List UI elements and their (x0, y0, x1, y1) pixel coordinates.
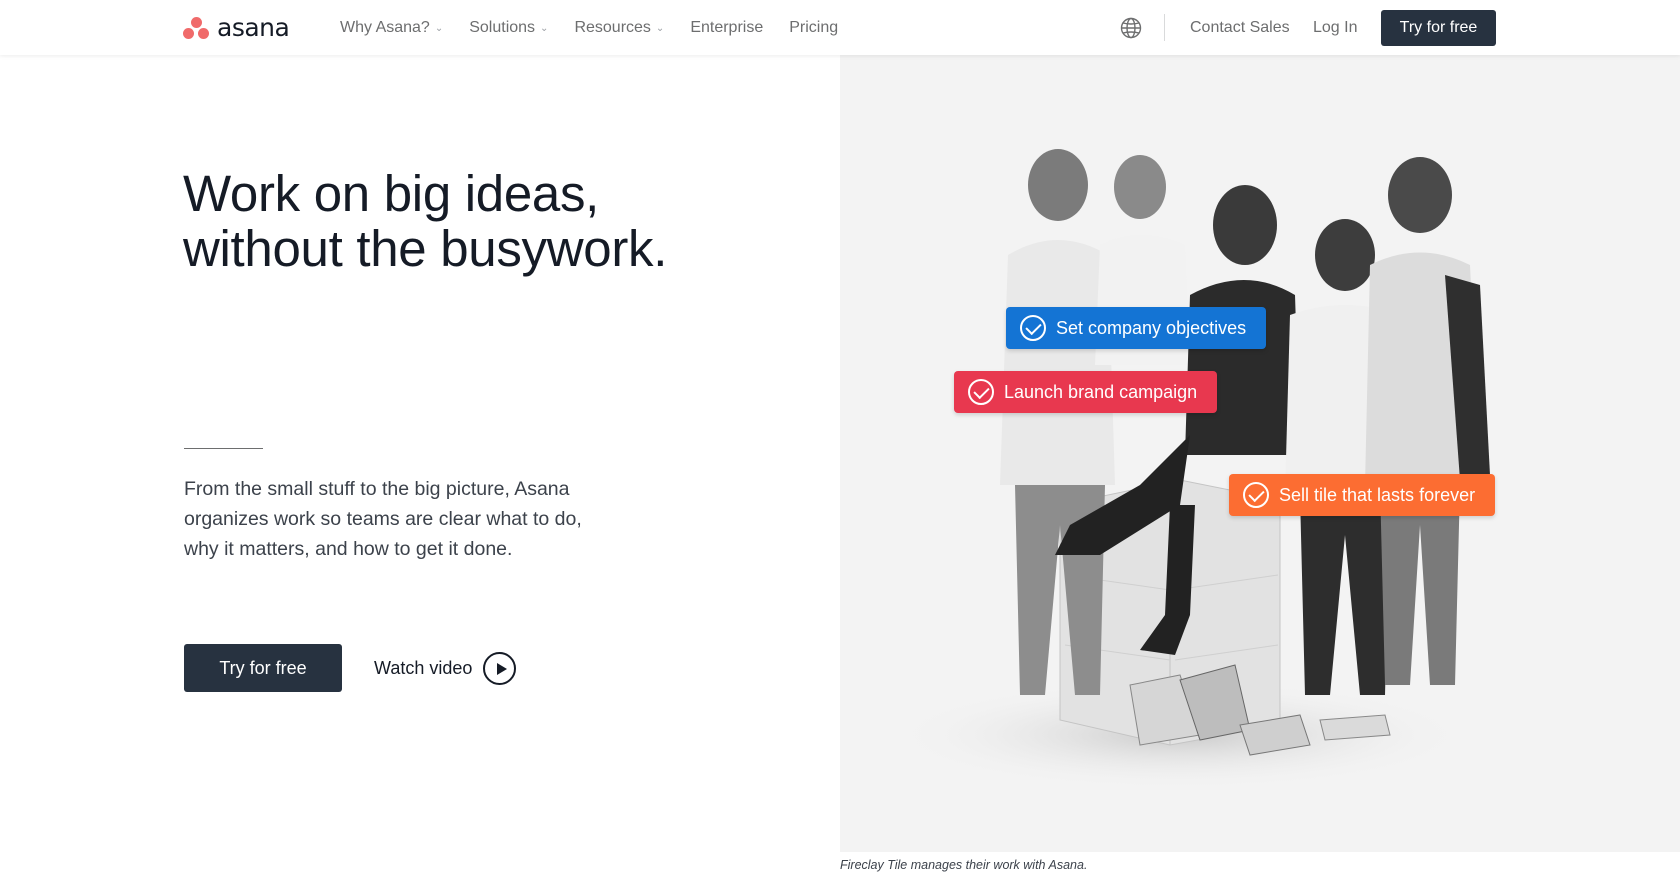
nav-item-resources[interactable]: Resources ⌄ (574, 19, 664, 37)
nav-item-solutions[interactable]: Solutions ⌄ (469, 19, 548, 37)
photo-caption: Fireclay Tile manages their work with As… (840, 858, 1088, 872)
contact-sales-link[interactable]: Contact Sales (1190, 0, 1290, 55)
chevron-down-icon: ⌄ (540, 23, 549, 34)
nav-item-label: Resources (574, 18, 651, 36)
check-circle-icon (1243, 482, 1269, 508)
check-circle-icon (1020, 315, 1046, 341)
team-group-photo (890, 149, 1490, 790)
nav-item-pricing[interactable]: Pricing (789, 19, 838, 37)
task-chip-launch-brand-campaign: Launch brand campaign (954, 371, 1218, 413)
hero-photo-panel (840, 55, 1680, 852)
chevron-down-icon: ⌄ (655, 23, 665, 34)
task-chip-set-company-objectives: Set company objectives (1006, 307, 1267, 349)
watch-video-button[interactable]: Watch video (374, 650, 517, 686)
check-circle-icon (968, 379, 994, 405)
headline-line-1: Work on big ideas, (183, 165, 600, 222)
nav-item-enterprise[interactable]: Enterprise (690, 19, 763, 37)
task-chip-label: Launch brand campaign (1004, 381, 1198, 402)
chevron-down-icon: ⌄ (434, 23, 444, 34)
nav-divider (1164, 14, 1165, 41)
nav-item-label: Enterprise (690, 18, 764, 36)
nav-links: Why Asana? ⌄ Solutions ⌄ Resources ⌄ Ent… (340, 0, 864, 55)
globe-icon[interactable] (1120, 17, 1142, 39)
asana-logo[interactable]: asana (183, 13, 290, 42)
nav-item-label: Why Asana? (340, 18, 430, 36)
hero-subtext: From the small stuff to the big picture,… (184, 478, 582, 560)
task-chip-label: Sell tile that lasts forever (1279, 484, 1476, 505)
task-chip-sell-tile: Sell tile that lasts forever (1229, 474, 1496, 516)
play-circle-icon (483, 651, 517, 685)
nav-item-why-asana[interactable]: Why Asana? ⌄ (340, 19, 443, 37)
hero-headline: Work on big ideas, without the busywork. (183, 166, 783, 276)
login-link[interactable]: Log In (1313, 0, 1357, 55)
try-for-free-nav-button[interactable]: Try for free (1381, 10, 1496, 46)
headline-line-2: without the busywork. (183, 220, 668, 277)
watch-video-label: Watch video (374, 657, 473, 678)
try-for-free-hero-button[interactable]: Try for free (184, 644, 342, 692)
top-navigation: asana Why Asana? ⌄ Solutions ⌄ Resources… (0, 0, 1680, 55)
logo-wordmark: asana (217, 13, 290, 42)
asana-logo-icon (183, 17, 209, 39)
hero-divider (184, 448, 263, 449)
nav-item-label: Solutions (469, 18, 536, 36)
task-chip-label: Set company objectives (1056, 317, 1247, 338)
nav-item-label: Pricing (789, 18, 839, 36)
